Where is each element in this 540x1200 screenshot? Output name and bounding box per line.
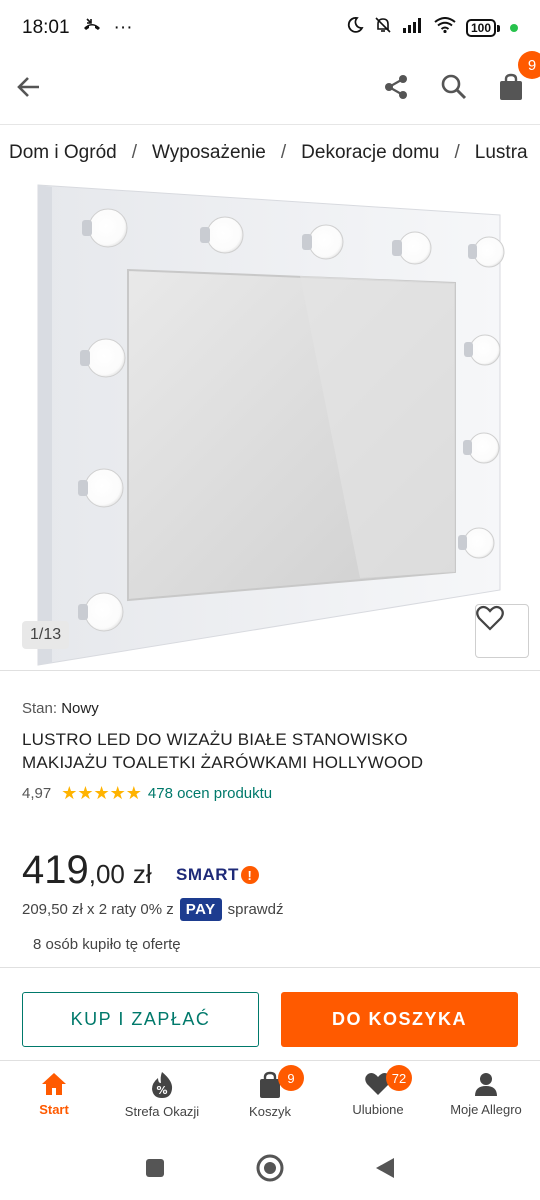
- breadcrumb-item-dekoracje-domu[interactable]: Dekoracje domu: [301, 142, 439, 164]
- nav-badge: 72: [386, 1065, 412, 1091]
- installments-text: 209,50 zł x 2 raty 0% z: [22, 901, 174, 918]
- heart-outline-icon: [476, 605, 504, 631]
- clock: 18:01: [22, 17, 70, 38]
- svg-text:%: %: [156, 1084, 167, 1097]
- do-not-disturb-icon: [346, 16, 364, 40]
- smart-icon: !: [240, 866, 259, 884]
- product-title-line-2: MAKIJAŻU TOALETKI ŻARÓWKAMI HOLLYWOOD: [22, 753, 424, 772]
- breadcrumb-item-dom-i-ogrod[interactable]: Dom i Ogród: [9, 142, 117, 164]
- missed-call-icon: [82, 17, 102, 39]
- nav-item-start[interactable]: Start: [0, 1061, 108, 1140]
- cart-button[interactable]: 9: [498, 51, 540, 101]
- breadcrumb-separator: /: [131, 141, 137, 163]
- image-counter: 1/13: [22, 621, 70, 649]
- price-decimal: ,00: [88, 859, 125, 889]
- condition-value: Nowy: [61, 700, 99, 717]
- reviews-link[interactable]: 478 ocen produktu: [148, 785, 272, 802]
- rating-row[interactable]: 4,97 ★★★★★ 478 ocen produktu: [22, 783, 522, 804]
- price-integer: 419: [22, 848, 89, 892]
- breadcrumb-separator: /: [454, 141, 460, 163]
- bag-icon: [500, 73, 522, 100]
- price: 419 ,00 zł: [22, 848, 152, 893]
- battery-icon: 100: [465, 19, 500, 37]
- status-bar: 18:01 ··· 100: [0, 0, 540, 56]
- buy-now-button[interactable]: KUP I ZAPŁAĆ: [22, 992, 259, 1047]
- back-triangle-icon[interactable]: [374, 1156, 396, 1185]
- privacy-indicator: [510, 24, 518, 32]
- nav-label: Start: [39, 1102, 69, 1117]
- nav-label: Strefa Okazji: [124, 1104, 200, 1119]
- wifi-icon: [434, 17, 456, 39]
- installments-check-link[interactable]: sprawdź: [228, 901, 284, 918]
- search-icon[interactable]: [440, 73, 468, 101]
- bottom-navigation: Start % Strefa Okazji Koszyk 9 Ulubione …: [0, 1060, 540, 1140]
- breadcrumb-item-lustra[interactable]: Lustra: [475, 142, 528, 164]
- breadcrumb-separator: /: [280, 141, 287, 163]
- cart-count-badge: 9: [518, 51, 540, 79]
- product-title: LUSTRO LED DO WIZAŻU BIAŁE STANOWISKO MA…: [22, 728, 522, 774]
- condition: Stan: Nowy: [22, 700, 522, 717]
- breadcrumb: Dom i Ogród / Wyposażenie / Dekoracje do…: [0, 124, 540, 180]
- muted-bell-icon: [374, 16, 392, 40]
- breadcrumb-item-wyposazenie[interactable]: Wyposażenie: [152, 142, 266, 164]
- condition-label: Stan:: [22, 700, 58, 717]
- discount-icon: %: [152, 1072, 173, 1098]
- add-to-cart-button[interactable]: DO KOSZYKA: [281, 992, 518, 1047]
- recents-square-icon[interactable]: [144, 1157, 166, 1184]
- app-bar: 9: [0, 51, 540, 118]
- nav-label: Moje Allegro: [450, 1102, 522, 1117]
- home-circle-icon[interactable]: [256, 1154, 284, 1187]
- product-gallery[interactable]: 1/13: [0, 180, 540, 670]
- product-info: Stan: Nowy LUSTRO LED DO WIZAŻU BIAŁE ST…: [22, 700, 522, 804]
- pay-logo: PAY: [179, 898, 222, 921]
- home-icon: [42, 1073, 66, 1095]
- share-icon[interactable]: [382, 73, 410, 101]
- nav-item-ulubione[interactable]: Ulubione 72: [324, 1061, 432, 1140]
- product-image: [37, 184, 505, 666]
- installments: 209,50 zł x 2 raty 0% z PAY sprawdź: [22, 898, 283, 921]
- rating-value: 4,97: [22, 785, 52, 802]
- nav-badge: 9: [278, 1065, 304, 1091]
- signal-icon: [402, 17, 424, 39]
- person-icon: [475, 1073, 497, 1096]
- nav-item-koszyk[interactable]: Koszyk 9: [216, 1061, 324, 1140]
- battery-level: 100: [465, 19, 496, 37]
- nav-label: Ulubione: [352, 1102, 404, 1117]
- product-title-line-1: LUSTRO LED DO WIZAŻU BIAŁE STANOWISKO: [22, 730, 408, 749]
- bought-count: 8 osób kupiło tę ofertę: [33, 936, 181, 953]
- back-arrow-icon[interactable]: [16, 74, 42, 100]
- more-notifications: ···: [113, 17, 133, 38]
- star-rating-icon: ★★★★★: [61, 783, 142, 803]
- system-navigation: [0, 1140, 540, 1200]
- add-to-favorites-button[interactable]: [475, 604, 529, 658]
- smart-label: SMART: [176, 865, 239, 884]
- price-currency: zł: [132, 859, 152, 889]
- nav-item-moje-allegro[interactable]: Moje Allegro: [432, 1061, 540, 1140]
- divider: [0, 967, 540, 968]
- smart-badge[interactable]: SMART !: [176, 865, 259, 885]
- nav-label: Koszyk: [249, 1104, 291, 1119]
- nav-item-strefa-okazji[interactable]: % Strefa Okazji: [108, 1061, 216, 1140]
- divider: [0, 670, 540, 671]
